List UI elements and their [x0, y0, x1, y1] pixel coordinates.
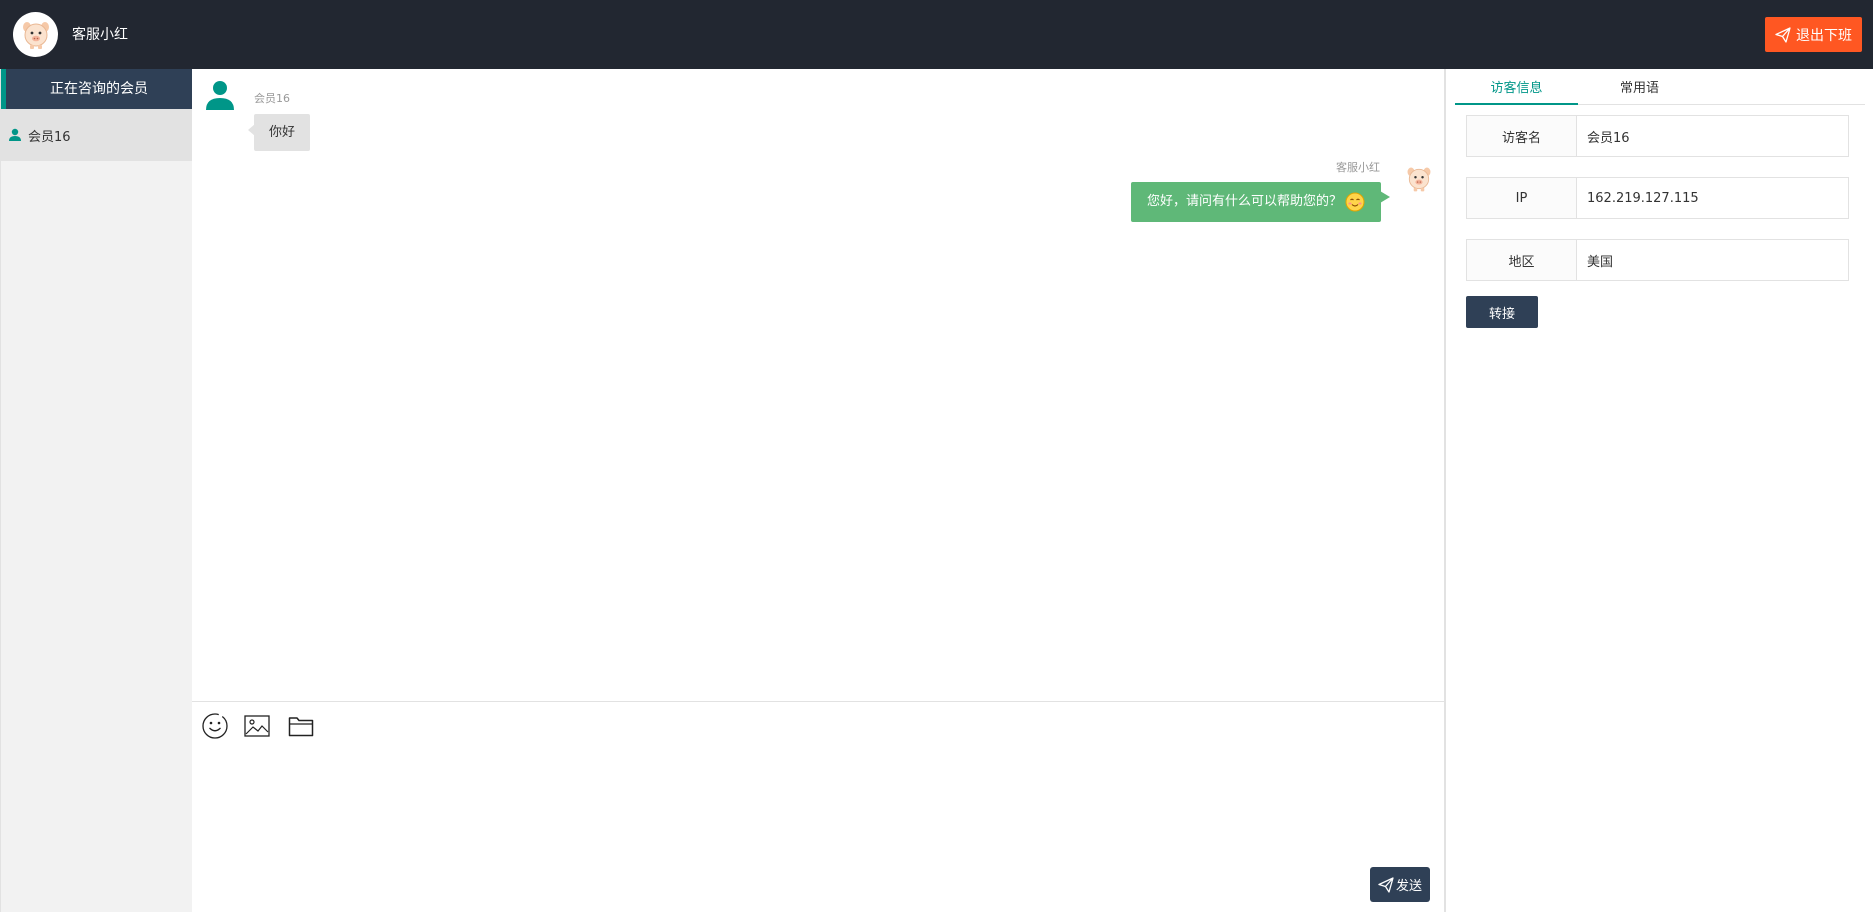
- pig-avatar-icon: [1407, 167, 1431, 192]
- image-icon: [244, 715, 270, 737]
- transfer-button[interactable]: 转接: [1466, 296, 1538, 328]
- top-bar: 客服小红 退出下班: [0, 0, 1873, 69]
- member-sidebar: 正在咨询的会员 会员16: [0, 69, 192, 912]
- message-bubble: 您好，请问有什么可以帮助您的？: [1130, 182, 1391, 222]
- sidebar-item-label: 会员16: [28, 129, 71, 145]
- logout-button[interactable]: 退出下班: [1765, 17, 1862, 52]
- user-icon: [9, 128, 21, 141]
- info-value: 162.219.127.115: [1587, 190, 1699, 206]
- emoji-button[interactable]: [200, 711, 230, 741]
- smiley-emoji-icon: [1345, 192, 1365, 212]
- tab-visitor-info[interactable]: 访客信息: [1455, 69, 1578, 105]
- logout-label: 退出下班: [1796, 27, 1852, 44]
- paper-plane-icon: [1378, 876, 1394, 893]
- info-value: 美国: [1587, 254, 1614, 270]
- panel-tabs: 访客信息 常用语: [1455, 69, 1865, 105]
- sidebar-item-member[interactable]: 会员16: [1, 109, 192, 161]
- sidebar-title: 正在咨询的会员: [1, 69, 192, 109]
- visitor-panel: 访客信息 常用语 访客名 会员16 IP 162.219.127.115 地区 …: [1445, 69, 1873, 912]
- info-label: 地区: [1467, 240, 1577, 280]
- info-row-ip: IP 162.219.127.115: [1466, 177, 1849, 219]
- agent-name: 客服小红: [72, 27, 128, 43]
- send-button[interactable]: 发送: [1370, 867, 1430, 902]
- tab-common-phrases[interactable]: 常用语: [1578, 69, 1701, 105]
- visitor-avatar: [204, 79, 236, 115]
- image-button[interactable]: [242, 711, 272, 741]
- user-icon: [206, 81, 234, 110]
- chat-area: 会员16 你好 客服小红 您好，请问有什么可以帮助您的？ 发送: [192, 69, 1445, 912]
- info-label: IP: [1467, 178, 1577, 218]
- message-list[interactable]: 会员16 你好 客服小红 您好，请问有什么可以帮助您的？: [192, 69, 1445, 701]
- folder-icon: [288, 717, 314, 737]
- info-label: 访客名: [1467, 116, 1577, 156]
- message-composer[interactable]: 发送: [192, 701, 1445, 912]
- agent-avatar: [13, 12, 58, 57]
- message-sender: 客服小红: [1336, 161, 1380, 174]
- emoji-icon: [202, 713, 228, 739]
- agent-message-avatar: [1404, 164, 1434, 198]
- info-row-visitor-name: 访客名 会员16: [1466, 115, 1849, 157]
- pig-avatar-icon: [22, 21, 49, 49]
- info-value: 会员16: [1587, 130, 1630, 146]
- file-button[interactable]: [286, 711, 316, 741]
- message-bubble: 你好: [247, 114, 311, 151]
- message-sender: 会员16: [254, 92, 290, 105]
- paper-plane-icon: [1775, 26, 1791, 43]
- info-row-region: 地区 美国: [1466, 239, 1849, 281]
- send-label: 发送: [1395, 879, 1422, 894]
- message-text: 您好，请问有什么可以帮助您的？: [1146, 194, 1342, 209]
